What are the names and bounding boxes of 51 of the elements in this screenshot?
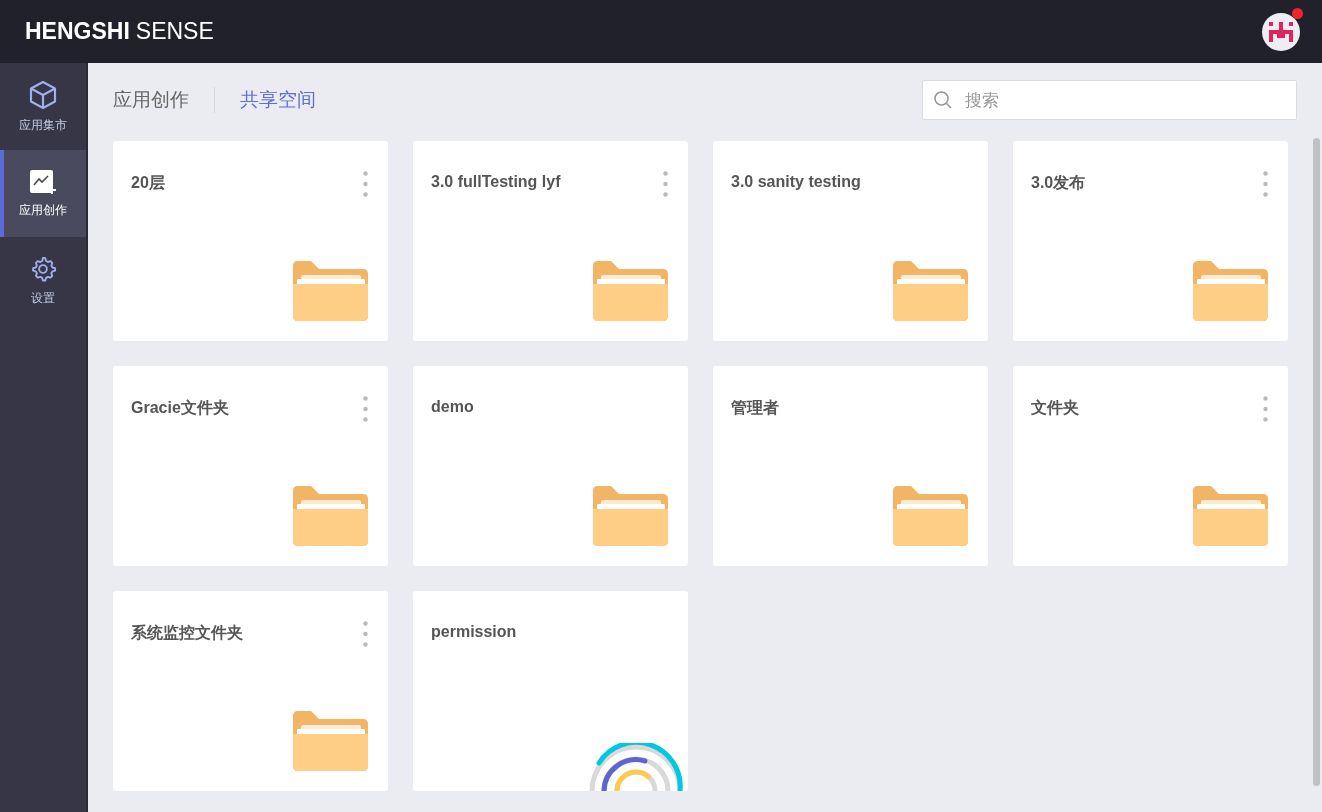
folder-card[interactable]: 3.0 sanity testing	[713, 141, 988, 341]
settings-icon	[29, 254, 57, 283]
sidebar-item[interactable]: 应用创作	[0, 150, 86, 237]
card-title: 3.0 sanity testing	[731, 173, 861, 191]
search-field[interactable]: 搜索	[922, 80, 1297, 120]
more-icon[interactable]	[1263, 396, 1268, 422]
folder-card[interactable]: 3.0发布	[1013, 141, 1288, 341]
tab[interactable]: 应用创作	[113, 87, 189, 113]
sidebar-item[interactable]: 应用集市	[0, 63, 86, 150]
card-title: 文件夹	[1031, 398, 1079, 418]
sidebar-label: 应用集市	[19, 116, 67, 134]
folder-icon	[293, 486, 368, 546]
card-title: 3.0 fullTesting lyf	[431, 173, 561, 191]
more-icon[interactable]	[1263, 171, 1268, 197]
cube-icon	[29, 79, 57, 110]
search-icon	[933, 90, 953, 110]
folder-icon	[293, 261, 368, 321]
folder-icon	[293, 711, 368, 771]
tab[interactable]: 共享空间	[240, 87, 316, 113]
folder-card[interactable]: 管理者	[713, 366, 988, 566]
folder-card[interactable]: Gracie文件夹	[113, 366, 388, 566]
folder-icon	[893, 486, 968, 546]
card-title: permission	[431, 623, 517, 641]
folder-card[interactable]: permission	[413, 591, 688, 791]
card-title: Gracie文件夹	[131, 398, 229, 418]
folder-card[interactable]: 文件夹	[1013, 366, 1288, 566]
card-title: 管理者	[731, 398, 779, 418]
more-icon[interactable]	[363, 396, 368, 422]
folder-icon	[1193, 486, 1268, 546]
folder-icon	[1193, 261, 1268, 321]
sidebar-label: 应用创作	[19, 201, 67, 219]
card-title: demo	[431, 398, 474, 416]
folder-card[interactable]: 系统监控文件夹	[113, 591, 388, 791]
sidebar-label: 设置	[31, 289, 55, 307]
scrollbar[interactable]	[1313, 138, 1320, 786]
folder-icon	[593, 486, 668, 546]
folder-icon	[893, 261, 968, 321]
folder-card[interactable]: 3.0 fullTesting lyf	[413, 141, 688, 341]
more-icon[interactable]	[363, 171, 368, 197]
avatar-icon[interactable]	[1261, 11, 1301, 52]
sidebar-item[interactable]: 设置	[0, 237, 86, 324]
more-icon[interactable]	[663, 171, 668, 197]
folder-card[interactable]: demo	[413, 366, 688, 566]
card-title: 3.0发布	[1031, 173, 1086, 193]
folder-card[interactable]: 20层	[113, 141, 388, 341]
card-title: 系统监控文件夹	[131, 623, 243, 643]
more-icon[interactable]	[363, 621, 368, 647]
chart-add-icon	[29, 168, 57, 195]
card-title: 20层	[131, 173, 165, 193]
folder-icon	[593, 261, 668, 321]
app-logo: HENGSHI SENSE	[25, 18, 214, 45]
